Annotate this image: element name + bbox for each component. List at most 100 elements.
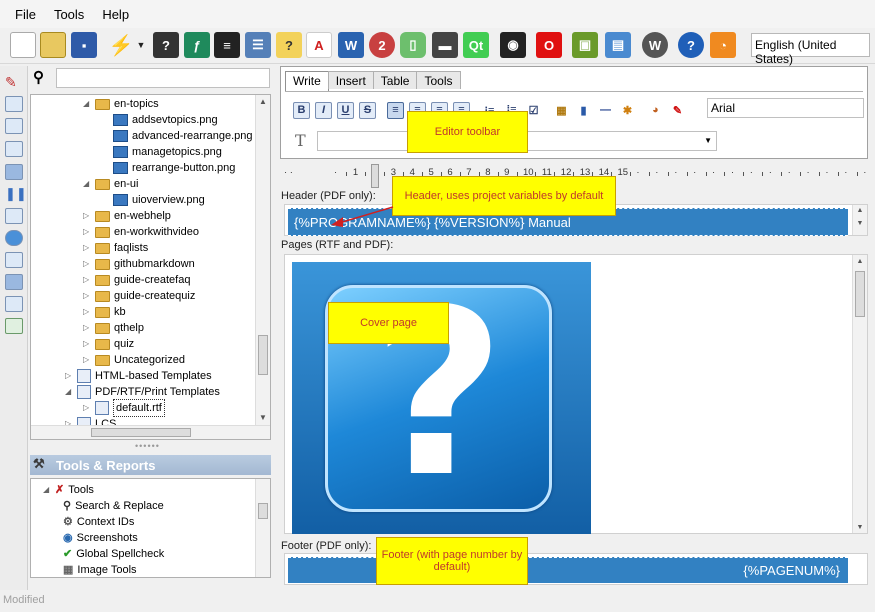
collapse-icon[interactable]: ◢: [83, 96, 93, 112]
tool-item[interactable]: ◢ ✗ Tools: [43, 482, 94, 498]
paste-format-icon[interactable]: ▦: [553, 102, 570, 119]
palette-icon[interactable]: ◕: [647, 102, 664, 119]
tree-item[interactable]: ▷ qthelp: [83, 320, 144, 336]
font-color-icon[interactable]: ✎: [669, 102, 686, 119]
document-icon[interactable]: ≡: [214, 32, 240, 58]
windows-icon[interactable]: [5, 118, 23, 134]
language-select[interactable]: English (United States): [751, 33, 870, 66]
tree-item[interactable]: ◢ PDF/RTF/Print Templates: [65, 384, 220, 400]
tree-item[interactable]: advanced-rearrange.png: [101, 128, 252, 144]
ebook-icon[interactable]: ƒ: [184, 32, 210, 58]
italic-icon[interactable]: I: [315, 101, 332, 119]
tree-item[interactable]: rearrange-button.png: [101, 160, 235, 176]
tool-item[interactable]: ▦ Image Tools: [63, 562, 137, 577]
word-icon[interactable]: W: [338, 32, 364, 58]
tree-item[interactable]: ▷ faqlists: [83, 240, 148, 256]
save-icon[interactable]: ▪: [71, 32, 97, 58]
qt-icon[interactable]: Qt: [463, 32, 489, 58]
tab-write[interactable]: Write: [285, 71, 329, 91]
compile-icon[interactable]: ⚡: [108, 32, 134, 58]
tree-item[interactable]: ▷ default.rtf: [83, 399, 165, 417]
collapse-icon[interactable]: ◢: [65, 384, 75, 400]
footprints-icon[interactable]: ❚❚: [5, 186, 27, 202]
expand-icon[interactable]: ▷: [83, 272, 93, 288]
print-icon[interactable]: ▬: [432, 32, 458, 58]
expand-icon[interactable]: ▷: [83, 288, 93, 304]
tree-item[interactable]: ▷ kb: [83, 304, 126, 320]
expand-icon[interactable]: ▷: [83, 400, 93, 416]
font-select[interactable]: Arial: [707, 98, 864, 118]
compile-dropdown-icon[interactable]: ▼: [134, 32, 148, 58]
checklist-icon[interactable]: [5, 318, 23, 334]
expand-icon[interactable]: ▷: [83, 240, 93, 256]
wordpress-icon[interactable]: W: [642, 32, 668, 58]
tree-item[interactable]: ▷ quiz: [83, 336, 134, 352]
collapse-icon[interactable]: ◢: [43, 482, 53, 498]
tool-item[interactable]: ✔ Global Spellcheck: [63, 546, 164, 562]
tab-insert[interactable]: Insert: [327, 71, 374, 89]
expand-icon[interactable]: ▷: [65, 368, 75, 384]
header-scrollbar[interactable]: ▲ ▼: [852, 205, 867, 235]
menu-help[interactable]: Help: [93, 7, 138, 22]
menu-tools[interactable]: Tools: [45, 7, 93, 22]
help-icon[interactable]: ?: [678, 32, 704, 58]
tool-item[interactable]: ⚙ Context IDs: [63, 514, 134, 530]
bookmark-icon[interactable]: ▮: [575, 102, 592, 119]
help-file-icon[interactable]: ?: [276, 32, 302, 58]
media-icon[interactable]: [5, 164, 23, 180]
tree-item[interactable]: managetopics.png: [101, 144, 222, 160]
tree-hscrollbar[interactable]: [31, 425, 270, 439]
tree-item[interactable]: ▷ guide-createquiz: [83, 288, 195, 304]
mobile-icon[interactable]: ▯: [400, 32, 426, 58]
epub-icon[interactable]: ▣: [572, 32, 598, 58]
github-icon[interactable]: ◉: [500, 32, 526, 58]
pdf-icon[interactable]: A: [306, 32, 332, 58]
chart-icon[interactable]: [5, 208, 23, 224]
tools-scrollbar[interactable]: [255, 479, 270, 577]
expand-icon[interactable]: ▷: [83, 304, 93, 320]
collapse-icon[interactable]: ◢: [83, 176, 93, 192]
expand-icon[interactable]: ▷: [83, 352, 93, 368]
tool-item[interactable]: ◉ Screenshots: [63, 530, 138, 546]
tools-reports-header[interactable]: ⚒ Tools & Reports: [30, 455, 271, 475]
pen-icon[interactable]: ✎: [5, 74, 23, 90]
new-file-icon[interactable]: [10, 32, 36, 58]
tree-item[interactable]: ▷ guide-createfaq: [83, 272, 190, 288]
topics-view-icon[interactable]: [5, 96, 23, 112]
tree-item[interactable]: ▷ Uncategorized: [83, 352, 185, 368]
opera-icon[interactable]: O: [536, 32, 562, 58]
tab-table[interactable]: Table: [372, 71, 418, 89]
horizontal-line-icon[interactable]: —: [597, 102, 614, 119]
pdf-view-icon[interactable]: [5, 141, 23, 157]
tree-item[interactable]: ▷ en-webhelp: [83, 208, 171, 224]
strikethrough-icon[interactable]: S: [359, 101, 376, 119]
bold-icon[interactable]: B: [293, 101, 310, 119]
tool-item[interactable]: ⚲ Search & Replace: [63, 498, 164, 514]
tree-item[interactable]: ▷ githubmarkdown: [83, 256, 195, 272]
expand-icon[interactable]: ▷: [83, 256, 93, 272]
tree-item[interactable]: ▷ en-workwithvideo: [83, 224, 199, 240]
footer-content[interactable]: {%PAGENUM%}: [288, 557, 848, 583]
expand-icon[interactable]: ▷: [83, 320, 93, 336]
tree-item[interactable]: ◢ en-ui: [83, 176, 138, 192]
tree-item[interactable]: uioverview.png: [101, 192, 205, 208]
expand-icon[interactable]: ▷: [83, 336, 93, 352]
indent-marker[interactable]: [371, 164, 379, 188]
tree-scrollbar[interactable]: ▲ ▼: [255, 95, 270, 439]
menu-file[interactable]: File: [6, 7, 45, 22]
help-view-icon[interactable]: [5, 230, 23, 246]
tree-item[interactable]: addsevtopics.png: [101, 112, 218, 128]
expand-icon[interactable]: ▷: [83, 224, 93, 240]
chm-icon[interactable]: ?: [153, 32, 179, 58]
expand-icon[interactable]: ▷: [83, 208, 93, 224]
help2-icon[interactable]: 2: [369, 32, 395, 58]
templates-view-icon[interactable]: [5, 274, 23, 290]
book-stack-icon[interactable]: ☰: [245, 32, 271, 58]
special-char-icon[interactable]: ✱: [619, 102, 636, 119]
tools-view-icon[interactable]: [5, 252, 23, 268]
pages-scrollbar[interactable]: ▲ ▼: [852, 255, 867, 533]
open-project-icon[interactable]: [40, 32, 66, 58]
tab-tools[interactable]: Tools: [416, 71, 461, 89]
rss-icon[interactable]: ◔: [710, 32, 736, 58]
settings-view-icon[interactable]: [5, 296, 23, 312]
